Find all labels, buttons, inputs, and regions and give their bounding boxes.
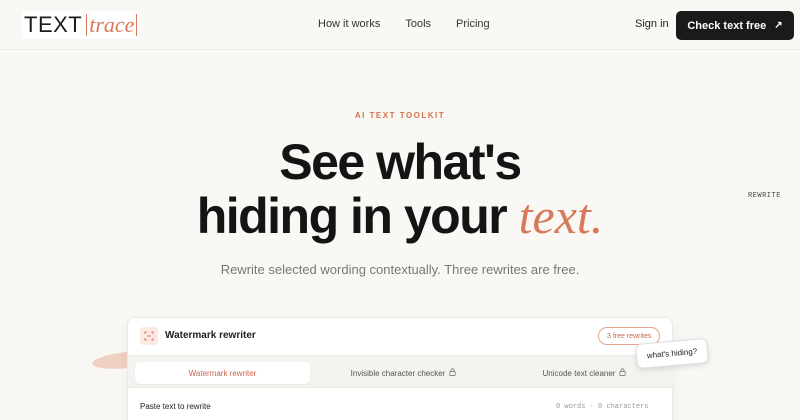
- nav-link-how-it-works[interactable]: How it works: [318, 18, 380, 30]
- lock-icon: [449, 368, 457, 378]
- hero-headline: See what's hiding in your text.: [0, 135, 800, 243]
- tab-invisible-character-checker[interactable]: Invisible character checker: [316, 362, 491, 384]
- paste-text-label: Paste text to rewrite: [140, 402, 211, 411]
- tool-card: Watermark rewriter 3 free rewrites Water…: [127, 317, 674, 420]
- top-nav: TEXT trace How it works Tools Pricing Si…: [0, 0, 800, 50]
- floating-tooltip: what's hiding?: [635, 337, 709, 370]
- logo-accent: trace: [86, 14, 138, 36]
- nav-links: How it works Tools Pricing: [318, 18, 490, 30]
- arrow-up-right-icon: ↗: [774, 20, 783, 31]
- check-text-free-button[interactable]: Check text free ↗: [676, 11, 794, 40]
- sign-in-link[interactable]: Sign in: [635, 18, 669, 30]
- tab-label: Watermark rewriter: [188, 368, 257, 378]
- headline-accent: text.: [518, 188, 604, 244]
- scan-icon: [140, 327, 158, 345]
- side-tag: REWRITE: [748, 192, 781, 200]
- card-title: Watermark rewriter: [165, 330, 256, 341]
- lock-icon: [619, 368, 627, 378]
- brand-logo[interactable]: TEXT trace: [22, 11, 140, 39]
- tab-label: Invisible character checker: [350, 368, 446, 378]
- word-character-count: 0 words · 0 characters: [556, 403, 649, 411]
- cta-label: Check text free: [687, 19, 767, 32]
- tab-label: Unicode text cleaner: [542, 368, 616, 378]
- logo-text: TEXT: [24, 12, 83, 37]
- tab-watermark-rewriter[interactable]: Watermark rewriter: [135, 362, 310, 384]
- nav-link-pricing[interactable]: Pricing: [456, 18, 490, 30]
- tool-tabs: Watermark rewriter Invisible character c…: [128, 355, 674, 388]
- headline-line-1: See what's: [279, 134, 522, 190]
- headline-line-2: hiding in your: [196, 188, 508, 244]
- hero-subhead: Rewrite selected wording contextually. T…: [220, 262, 580, 277]
- nav-link-tools[interactable]: Tools: [405, 18, 431, 30]
- hero-eyebrow: AI TEXT TOOLKIT: [354, 111, 446, 120]
